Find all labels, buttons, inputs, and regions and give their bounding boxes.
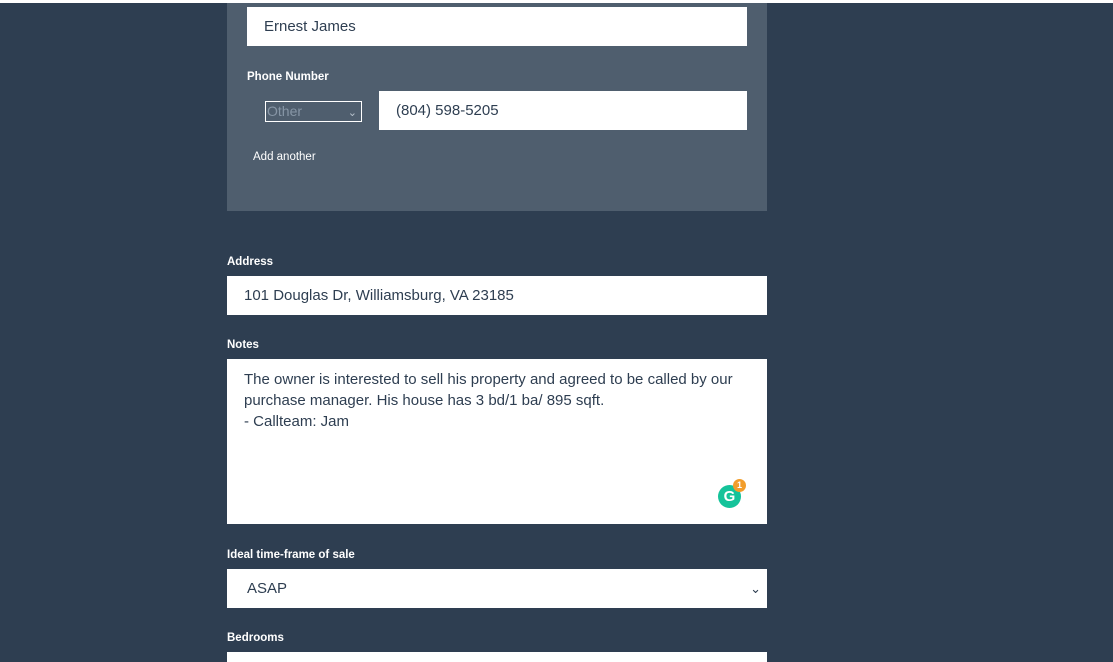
phone-type-select[interactable]: Other ⌄ — [265, 101, 362, 122]
notes-line: - Callteam: Jam — [244, 413, 350, 430]
chevron-down-icon: ⌄ — [347, 107, 357, 119]
address-input[interactable]: 101 Douglas Dr, Williamsburg, VA 23185 — [227, 276, 767, 315]
add-another-link[interactable]: Add another — [253, 151, 316, 163]
chevron-down-icon: ⌄ — [750, 581, 761, 596]
phone-number-label: Phone Number — [247, 71, 329, 83]
timeframe-select[interactable]: ASAP ⌄ — [227, 569, 767, 608]
phone-number-input[interactable]: (804) 598-5205 — [379, 91, 747, 130]
bedrooms-label: Bedrooms — [227, 632, 284, 644]
notes-textarea[interactable]: The owner is interested to sell his prop… — [227, 359, 767, 524]
timeframe-label: Ideal time-frame of sale — [227, 549, 355, 561]
name-input[interactable]: Ernest James — [247, 7, 747, 46]
contact-panel: Ernest James Phone Number Other ⌄ (804) … — [227, 3, 767, 211]
notes-label: Notes — [227, 339, 259, 351]
timeframe-value: ASAP — [247, 580, 288, 597]
phone-type-value: Other — [267, 103, 303, 119]
notes-line: The owner is interested to sell his prop… — [244, 371, 733, 388]
notes-line: purchase manager. His house has 3 bd/1 b… — [244, 392, 605, 409]
bedrooms-input[interactable] — [227, 652, 767, 662]
grammarly-count-badge: 1 — [733, 479, 746, 492]
address-label: Address — [227, 256, 274, 268]
